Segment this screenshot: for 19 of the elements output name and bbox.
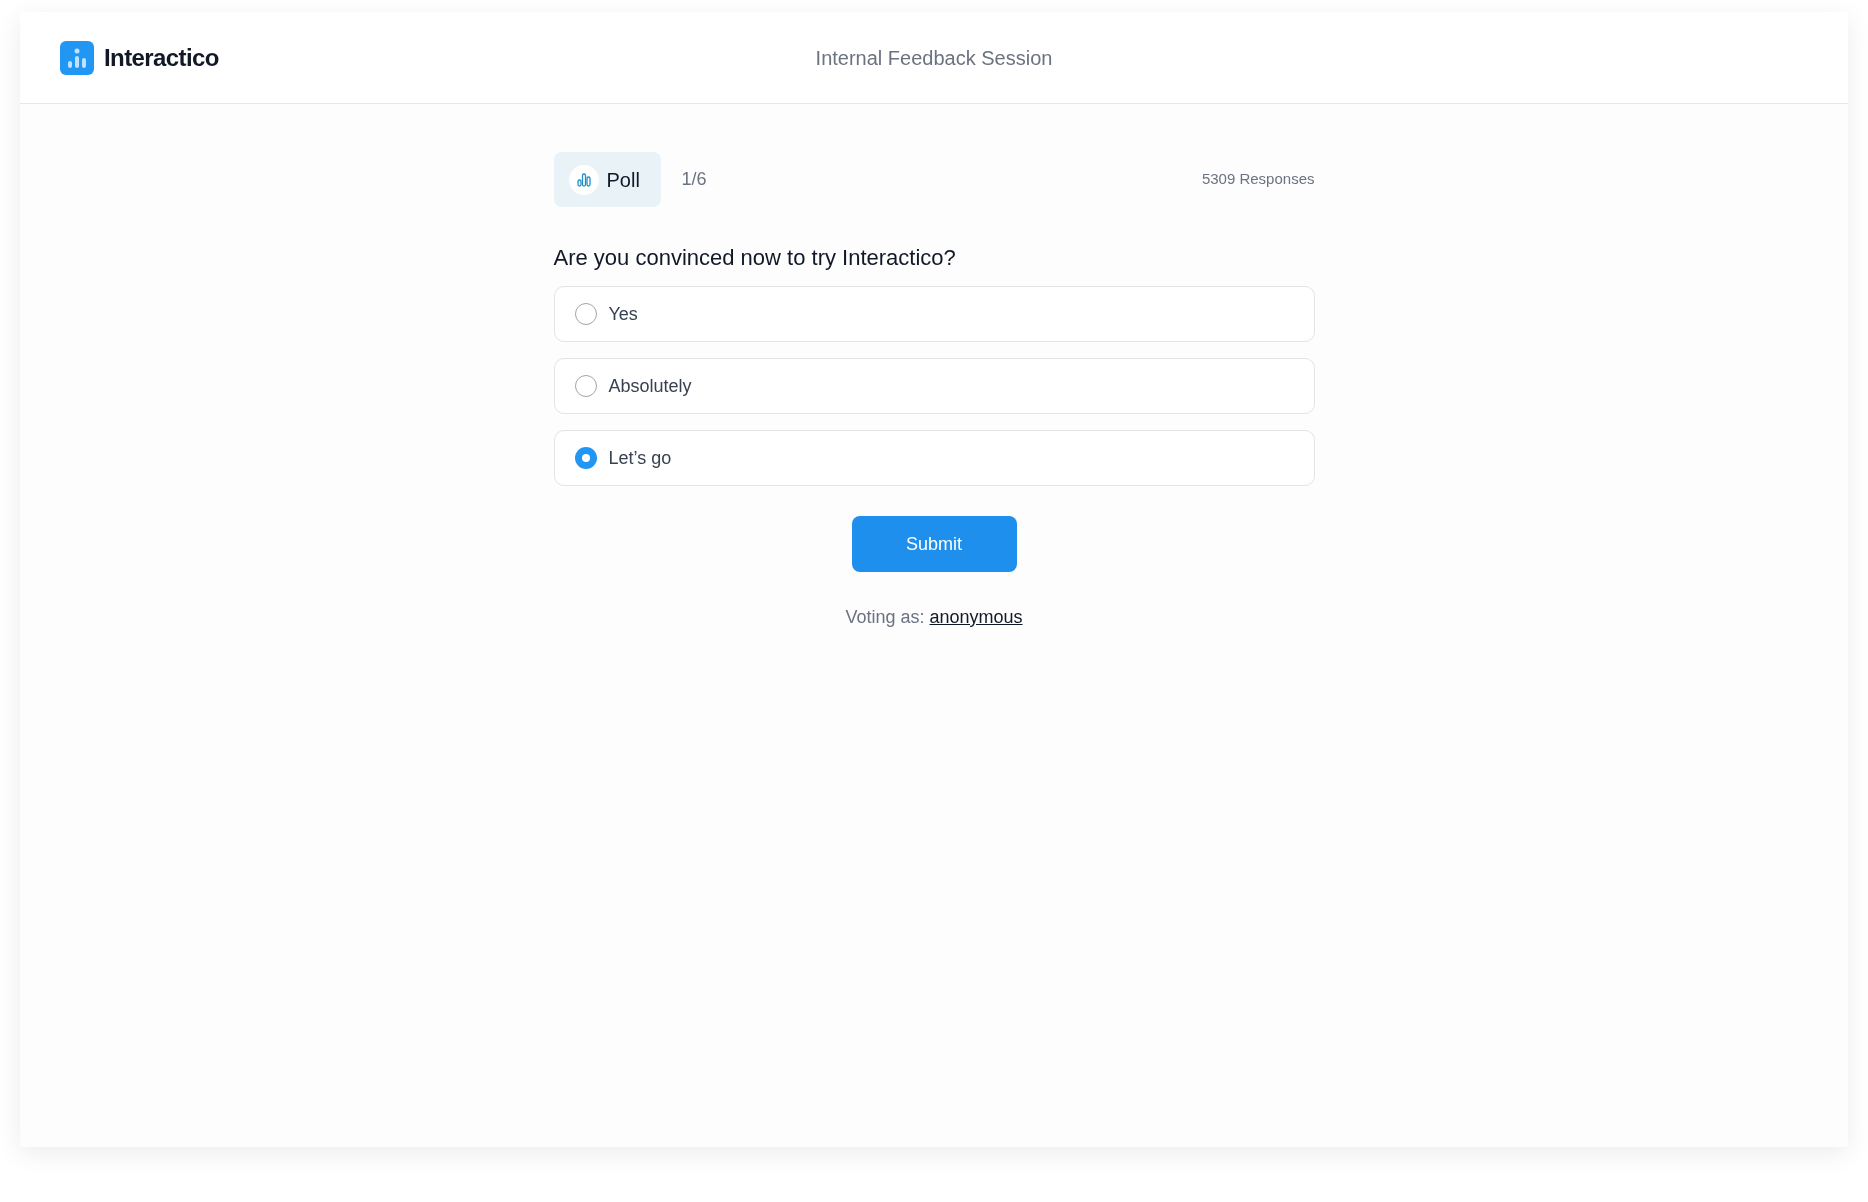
radio-button[interactable] xyxy=(574,447,597,469)
progress-counter: 1/6 xyxy=(681,168,707,191)
voting-label: Voting as: xyxy=(845,606,925,629)
answer-option[interactable]: Yes xyxy=(553,286,1315,342)
bar-chart-icon xyxy=(568,164,599,195)
answer-option[interactable]: Absolutely xyxy=(553,358,1315,414)
poll-label: Poll xyxy=(606,167,640,193)
option-label: Yes xyxy=(608,302,638,326)
option-label: Absolutely xyxy=(608,374,692,398)
radio-button[interactable] xyxy=(574,303,597,325)
logo-icon xyxy=(60,40,94,75)
voter-link[interactable]: anonymous xyxy=(929,604,1023,631)
session-title: Internal Feedback Session xyxy=(815,45,1053,71)
response-count: 5309 Responses xyxy=(1201,169,1315,190)
option-label: Let’s go xyxy=(608,446,672,470)
question-text: Are you convinced now to try Interactico? xyxy=(553,244,957,272)
answer-option[interactable]: Let’s go xyxy=(553,430,1315,486)
radio-button[interactable] xyxy=(574,375,597,397)
brand-name: Interactico xyxy=(104,42,219,73)
